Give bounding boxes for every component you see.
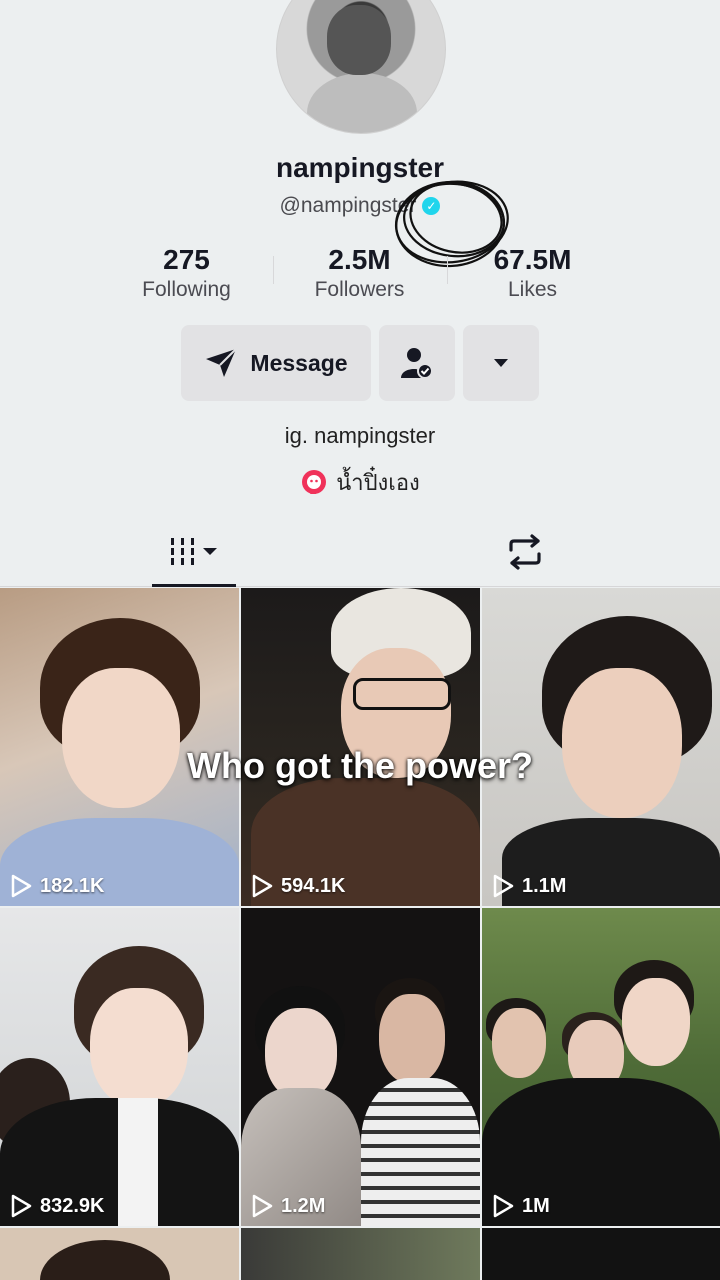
view-count-text: 182.1K xyxy=(40,874,105,897)
username: @nampingster ✓ xyxy=(0,194,720,218)
more-dropdown-button[interactable] xyxy=(463,325,539,401)
view-count: 832.9K xyxy=(10,1194,105,1218)
profile-tabs xyxy=(0,520,720,587)
play-icon xyxy=(252,874,273,898)
videos-grid-icon xyxy=(171,538,217,565)
video-thumbnail[interactable] xyxy=(241,1228,480,1280)
following-button[interactable] xyxy=(379,325,455,401)
view-count-text: 1.2M xyxy=(281,1194,326,1217)
video-thumbnail[interactable] xyxy=(482,1228,720,1280)
likes-count: 67.5M xyxy=(493,244,572,275)
bio-link: ig. nampingster xyxy=(284,423,436,448)
user-check-icon xyxy=(401,348,433,379)
profile-stats: 275 Following 2.5M Followers 67.5M Likes xyxy=(100,243,620,303)
view-count: 594.1K xyxy=(251,874,346,898)
message-button[interactable]: Message xyxy=(181,325,371,401)
tab-reposts[interactable] xyxy=(490,520,560,584)
message-label: Message xyxy=(250,349,348,376)
send-icon xyxy=(206,348,238,377)
video-caption-overlay: Who got the power? xyxy=(187,745,533,786)
view-count: 1.2M xyxy=(251,1194,325,1218)
profile-avatar[interactable] xyxy=(276,0,446,134)
likes-label: Likes xyxy=(507,278,558,301)
play-icon xyxy=(11,1194,32,1218)
stat-divider xyxy=(447,256,448,284)
view-count-text: 832.9K xyxy=(40,1194,105,1217)
video-thumbnail[interactable]: 1M xyxy=(482,908,720,1226)
repost-icon xyxy=(509,534,541,570)
video-thumbnail[interactable]: 832.9K xyxy=(0,908,239,1226)
view-count-text: 1.1M xyxy=(522,874,567,897)
view-count-text: 1M xyxy=(522,1194,550,1217)
bio-nickname-text: น้ำปิ๋งเอง xyxy=(336,470,420,495)
play-icon xyxy=(493,1194,514,1218)
following-label: Following xyxy=(142,278,231,301)
video-thumbnail[interactable]: 1.2M xyxy=(241,908,480,1226)
play-icon xyxy=(252,1194,273,1218)
display-name: nampingster xyxy=(275,152,445,183)
view-count: 1.1M xyxy=(492,874,566,898)
caret-down-icon xyxy=(494,359,508,367)
play-icon xyxy=(493,874,514,898)
tab-videos[interactable] xyxy=(152,520,236,584)
video-thumbnail[interactable] xyxy=(0,1228,239,1280)
tab-active-indicator xyxy=(152,584,236,587)
stat-likes[interactable]: 67.5M Likes xyxy=(446,243,619,303)
play-icon xyxy=(11,874,32,898)
followers-count: 2.5M xyxy=(328,244,391,275)
bio-nickname: น้ำปิ๋งเอง xyxy=(0,465,720,500)
stat-followers[interactable]: 2.5M Followers xyxy=(273,243,446,303)
stat-divider xyxy=(273,256,274,284)
view-count: 182.1K xyxy=(10,874,105,898)
view-count: 1M xyxy=(492,1194,550,1218)
lemon8-icon xyxy=(302,469,327,494)
view-count-text: 594.1K xyxy=(281,874,346,897)
following-count: 275 xyxy=(163,244,210,275)
followers-label: Followers xyxy=(314,278,405,301)
stat-following[interactable]: 275 Following xyxy=(100,243,273,303)
